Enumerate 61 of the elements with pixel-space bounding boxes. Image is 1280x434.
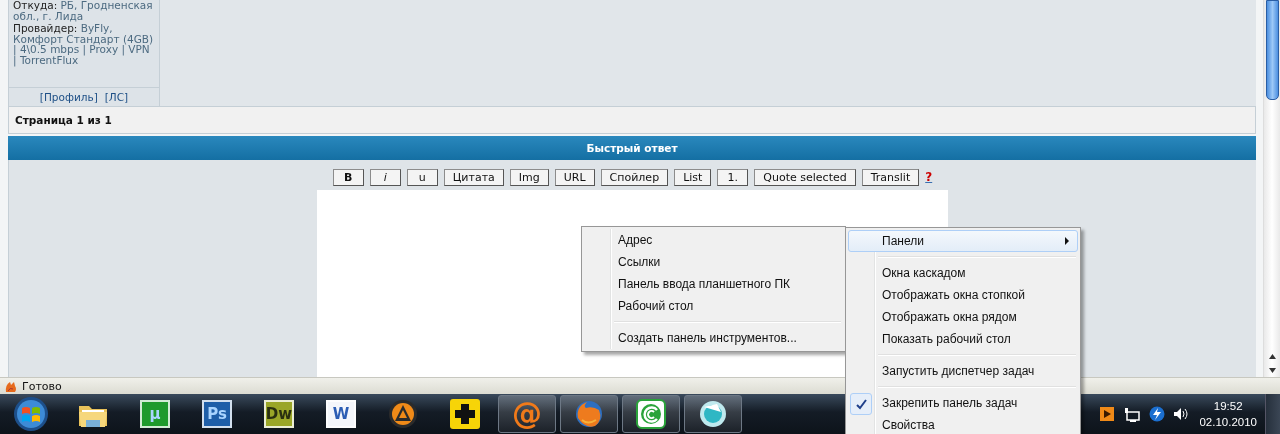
- taskbar-button[interactable]: [622, 395, 680, 433]
- profile-link[interactable]: [Профиль]: [39, 91, 98, 103]
- profile-link[interactable]: [ЛС]: [104, 91, 129, 103]
- menu-item[interactable]: Рабочий стол: [584, 295, 843, 317]
- format-button[interactable]: B: [332, 168, 364, 186]
- taskbar-button[interactable]: [684, 395, 742, 433]
- menu-item[interactable]: Закрепить панель задач: [848, 392, 1078, 414]
- taskbar-button[interactable]: W: [312, 395, 370, 433]
- menu-item[interactable]: Отображать окна рядом: [848, 306, 1078, 328]
- profile-field: Откуда: РБ, Гродненская обл., г. Лида: [13, 0, 155, 21]
- play-icon: [1099, 406, 1116, 422]
- menu-item[interactable]: Отображать окна стопкой: [848, 284, 1078, 306]
- app-logo: W: [326, 400, 356, 428]
- menu-item[interactable]: Панели: [848, 230, 1078, 252]
- format-button[interactable]: URL: [554, 168, 595, 186]
- app-logo: @: [512, 399, 542, 429]
- menu-item[interactable]: Показать рабочий стол: [848, 328, 1078, 350]
- lightning-icon: [1149, 406, 1166, 422]
- section-header: Быстрый ответ: [8, 136, 1256, 160]
- format-button[interactable]: Спойлер: [600, 168, 669, 186]
- network-icon: [1123, 405, 1142, 423]
- help-link[interactable]: ?: [925, 170, 933, 184]
- format-button[interactable]: Translit: [861, 168, 920, 186]
- menu-item[interactable]: Ссылки: [584, 251, 843, 273]
- menu-item[interactable]: Адрес: [584, 229, 843, 251]
- format-button[interactable]: Quote selected: [754, 168, 856, 186]
- submenu-arrow-icon: [1065, 237, 1069, 245]
- taskbar-button[interactable]: [560, 395, 618, 433]
- menu-item[interactable]: Свойства: [848, 414, 1078, 434]
- menu-item[interactable]: Создать панель инструментов...: [584, 327, 843, 349]
- app-logo: Dw: [264, 400, 294, 428]
- app-logo: µ: [140, 400, 170, 428]
- taskbar-button[interactable]: Dw: [250, 395, 308, 433]
- page-indicator: Страница 1 из 1: [15, 114, 112, 126]
- taskbar-button[interactable]: @: [498, 395, 556, 433]
- format-button[interactable]: Цитата: [443, 168, 504, 186]
- plus-icon: [449, 398, 481, 430]
- speaker-icon: [1173, 406, 1190, 422]
- app-logo: Ps: [202, 400, 232, 428]
- scroll-up-icon: [1267, 352, 1277, 360]
- menu-item[interactable]: Запустить диспетчер задач: [848, 360, 1078, 382]
- swirl-icon: [635, 398, 667, 430]
- format-button[interactable]: Img: [509, 168, 549, 186]
- triangle-circle-icon: [387, 398, 419, 430]
- status-text: Готово: [22, 379, 62, 393]
- menu-item[interactable]: Окна каскадом: [848, 262, 1078, 284]
- format-button[interactable]: 1.: [717, 168, 749, 186]
- taskbar-button[interactable]: Ps: [188, 395, 246, 433]
- checkmark-icon: [854, 398, 868, 410]
- scroll-down-icon: [1267, 366, 1277, 374]
- profile-field: Провайдер: ByFly, Комфорт Стандарт (4GB) | 4\0.5 mbps | Proxy | VPN | TorrentFlux: [13, 23, 155, 65]
- clock-time: 19:52: [1213, 399, 1243, 414]
- menu-item[interactable]: Панель ввода планшетного ПК: [584, 273, 843, 295]
- globe-icon: [573, 398, 605, 430]
- format-button[interactable]: u: [406, 168, 438, 186]
- clock-date: 02.10.2010: [1199, 415, 1257, 430]
- format-button[interactable]: List: [674, 168, 712, 186]
- orb-icon: [697, 398, 729, 430]
- format-button[interactable]: i: [369, 168, 401, 186]
- scrollbar-thumb[interactable]: [1265, 0, 1279, 100]
- start-icon[interactable]: [13, 396, 49, 432]
